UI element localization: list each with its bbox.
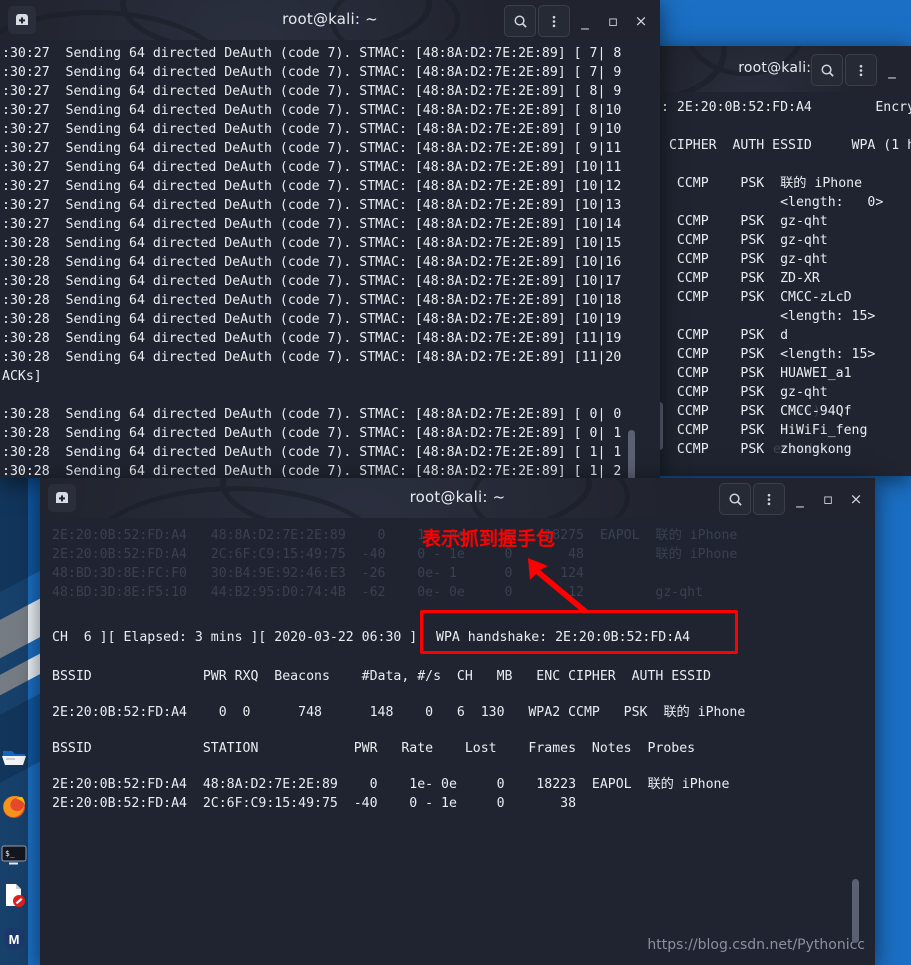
search-button[interactable] — [504, 5, 536, 37]
handshake-highlight-box — [420, 610, 738, 654]
terminal-text-deauth: :30:27 Sending 64 directed DeAuth (code … — [2, 46, 622, 478]
dock-item-file-manager[interactable] — [1, 745, 27, 771]
minimize-button[interactable]: _ — [572, 6, 598, 36]
maximize-button[interactable]: ▫ — [600, 6, 626, 36]
menu-button[interactable] — [845, 54, 877, 86]
scrollbar-front[interactable] — [852, 879, 859, 943]
svg-text:M: M — [9, 932, 20, 947]
annotation-label: 表示抓到握手包 — [422, 528, 556, 550]
dock-item-burpsuite[interactable] — [1, 882, 27, 908]
terminal-icon: $_ — [1, 845, 27, 865]
search-icon — [821, 64, 834, 77]
station-table-rows: 2E:20:0B:52:FD:A4 48:8A:D2:7E:2E:89 0 1e… — [52, 777, 730, 811]
minimize-button[interactable]: _ — [787, 484, 813, 514]
station-table-header: BSSID STATION PWR Rate Lost Frames Notes… — [52, 741, 696, 756]
titlebar-front[interactable]: root@kali: ~ _ ▫ × — [40, 478, 875, 520]
metasploit-m-icon: M — [4, 927, 24, 951]
status-line-prefix: CH 6 ][ Elapsed: 3 mins ][ 2020-03-22 06… — [52, 630, 434, 645]
document-blocked-icon — [6, 884, 25, 907]
ap-table-rows: 2E:20:0B:52:FD:A4 0 0 748 148 0 6 130 WP… — [52, 705, 746, 720]
menu-button[interactable] — [538, 5, 570, 37]
close-button[interactable]: × — [628, 6, 654, 36]
window-front[interactable]: root@kali: ~ _ ▫ × 2E:20:0B:52:FD:A4 48:… — [40, 478, 875, 965]
terminal-text-back-right: : 2E:20:0B:52:FD:A4 Encryption CIPHER AU… — [661, 100, 911, 457]
menu-button[interactable] — [753, 483, 785, 515]
window-back-right[interactable]: root@kali: ~ _ k/s) econds : 2E:20:0B:52… — [655, 46, 911, 476]
terminal-body-back-right[interactable]: k/s) econds : 2E:20:0B:52:FD:A4 Encrypti… — [655, 92, 911, 476]
blog-watermark: https://blog.csdn.net/Pythonicc — [647, 937, 865, 953]
search-icon — [514, 15, 527, 28]
terminal-ghost-rows-front: 2E:20:0B:52:FD:A4 48:8A:D2:7E:2E:89 0 1e… — [52, 528, 738, 600]
kebab-menu-icon — [767, 493, 771, 505]
svg-text:$_: $_ — [5, 849, 15, 858]
titlebar-deauth[interactable]: root@kali: ~ _ ▫ × — [0, 0, 660, 42]
dock-item-terminal[interactable]: $_ — [1, 841, 27, 867]
firefox-icon — [3, 795, 25, 818]
airodump-status-line: CH 6 ][ Elapsed: 3 mins ][ 2020-03-22 06… — [52, 628, 433, 647]
terminal-body-deauth[interactable]: F4:BF:80:C9:C4:08 -79 12 0 0 1 270 WP :3… — [0, 40, 660, 478]
ap-table-header: BSSID PWR RXQ Beacons #Data, #/s CH MB E… — [52, 669, 711, 684]
search-icon — [729, 493, 742, 506]
titlebar-back-right[interactable]: root@kali: ~ _ — [655, 46, 911, 94]
minimize-button[interactable]: _ — [879, 55, 905, 85]
scrollbar-deauth[interactable] — [628, 430, 635, 478]
kebab-menu-icon — [859, 64, 863, 76]
maximize-button[interactable]: ▫ — [815, 484, 841, 514]
dock-item-metasploit[interactable]: M — [1, 926, 27, 952]
window-deauth[interactable]: root@kali: ~ _ ▫ × F4:BF:80:C9:C4:08 -79… — [0, 0, 660, 478]
dock-item-firefox[interactable] — [1, 793, 27, 819]
arrow-down-left-icon — [528, 558, 588, 614]
terminal-body-front[interactable]: 2E:20:0B:52:FD:A4 48:8A:D2:7E:2E:89 0 1e… — [40, 518, 875, 965]
folder-icon — [2, 751, 26, 765]
search-button[interactable] — [719, 483, 751, 515]
close-button[interactable]: × — [843, 484, 869, 514]
search-button[interactable] — [811, 54, 843, 86]
kebab-menu-icon — [552, 15, 556, 27]
